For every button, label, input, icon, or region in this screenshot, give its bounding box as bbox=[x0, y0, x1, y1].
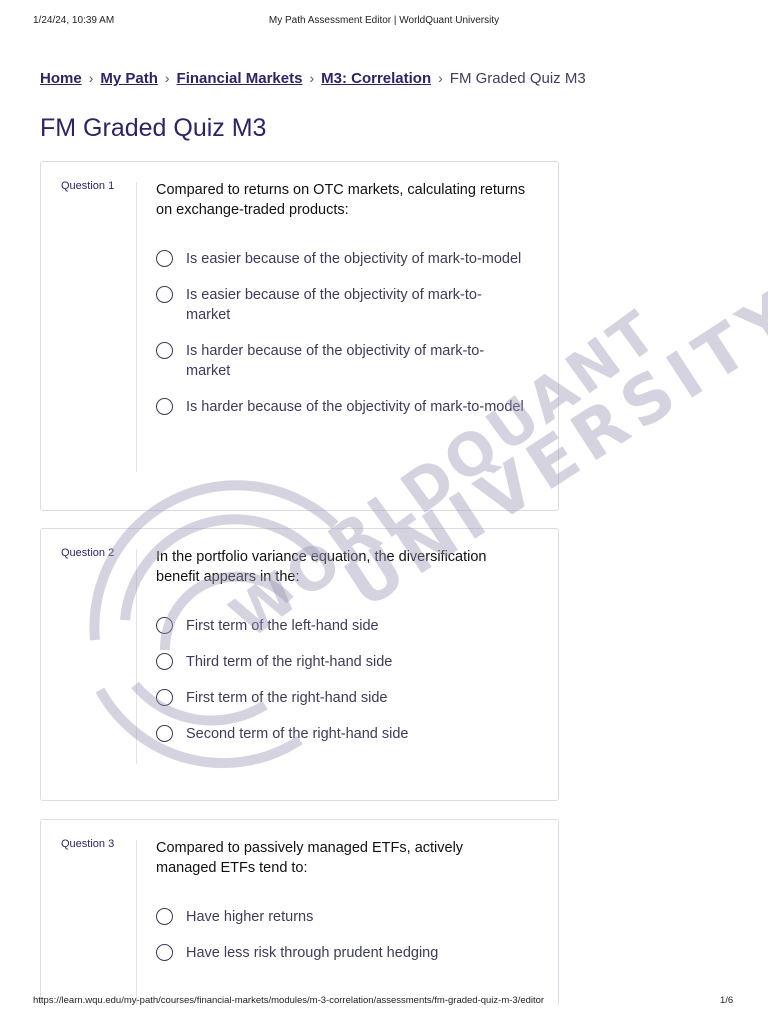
answer-option[interactable]: Is harder because of the objectivity of … bbox=[156, 397, 526, 417]
question-body: In the portfolio variance equation, the … bbox=[156, 547, 526, 760]
radio-button[interactable] bbox=[156, 908, 173, 925]
answer-options: Is easier because of the objectivity of … bbox=[156, 249, 526, 417]
answer-option[interactable]: First term of the left-hand side bbox=[156, 616, 526, 636]
radio-button[interactable] bbox=[156, 653, 173, 670]
radio-button[interactable] bbox=[156, 944, 173, 961]
radio-button[interactable] bbox=[156, 286, 173, 303]
question-divider bbox=[136, 182, 137, 472]
answer-option-label: Is easier because of the objectivity of … bbox=[186, 251, 522, 267]
question-label: Question 1 bbox=[61, 180, 115, 192]
chevron-right-icon: › bbox=[164, 70, 170, 86]
chevron-right-icon: › bbox=[88, 70, 94, 86]
question-body: Compared to returns on OTC markets, calc… bbox=[156, 180, 526, 433]
answer-option-label: Third term of the right-hand side bbox=[186, 654, 393, 670]
breadcrumb-current: FM Graded Quiz M3 bbox=[449, 70, 586, 87]
question-card-3: Question 3 Compared to passively managed… bbox=[40, 819, 559, 1005]
radio-button[interactable] bbox=[156, 342, 173, 359]
print-title: My Path Assessment Editor | WorldQuant U… bbox=[268, 15, 500, 26]
answer-option-label: Is harder because of the objectivity of … bbox=[186, 343, 485, 379]
breadcrumb: Home › My Path › Financial Markets › M3: Corre… bbox=[40, 70, 586, 87]
breadcrumb-financial-markets-link[interactable]: Financial Markets bbox=[177, 70, 303, 87]
answer-option-label: Have less risk through prudent hedging bbox=[186, 945, 439, 961]
answer-option-label: Is harder because of the objectivity of … bbox=[186, 399, 524, 415]
answer-options: First term of the left-hand side Third t… bbox=[156, 616, 526, 744]
answer-option[interactable]: Is easier because of the objectivity of … bbox=[156, 285, 526, 325]
answer-option-label: First term of the left-hand side bbox=[186, 618, 379, 634]
breadcrumb-my-path-link[interactable]: My Path bbox=[100, 70, 158, 87]
print-page-number: 1/6 bbox=[720, 995, 734, 1006]
question-label: Question 3 bbox=[61, 838, 115, 850]
question-card-1: Question 1 Compared to returns on OTC ma… bbox=[40, 161, 559, 511]
answer-option[interactable]: First term of the right-hand side bbox=[156, 688, 526, 708]
question-divider bbox=[136, 840, 137, 1005]
answer-options: Have higher returns Have less risk throu… bbox=[156, 907, 526, 963]
answer-option[interactable]: Second term of the right-hand side bbox=[156, 724, 526, 744]
answer-option[interactable]: Have higher returns bbox=[156, 907, 526, 927]
print-url: https://learn.wqu.edu/my-path/courses/fi… bbox=[33, 995, 545, 1006]
answer-option-label: Second term of the right-hand side bbox=[186, 726, 409, 742]
radio-button[interactable] bbox=[156, 689, 173, 706]
answer-option-label: First term of the right-hand side bbox=[186, 690, 388, 706]
answer-option[interactable]: Is easier because of the objectivity of … bbox=[156, 249, 526, 269]
breadcrumb-home-link[interactable]: Home bbox=[40, 70, 82, 87]
answer-option-label: Have higher returns bbox=[186, 909, 314, 925]
page-title: FM Graded Quiz M3 bbox=[40, 114, 267, 142]
question-text: Compared to passively managed ETFs, acti… bbox=[156, 840, 464, 876]
radio-button[interactable] bbox=[156, 725, 173, 742]
answer-option[interactable]: Have less risk through prudent hedging bbox=[156, 943, 526, 963]
answer-option-label: Is easier because of the objectivity of … bbox=[186, 287, 482, 323]
chevron-right-icon: › bbox=[309, 70, 315, 86]
breadcrumb-module-link[interactable]: M3: Correlation bbox=[321, 70, 431, 87]
radio-button[interactable] bbox=[156, 398, 173, 415]
question-label: Question 2 bbox=[61, 547, 115, 559]
question-text: In the portfolio variance equation, the … bbox=[156, 549, 487, 585]
question-card-2: Question 2 In the portfolio variance equ… bbox=[40, 528, 559, 801]
radio-button[interactable] bbox=[156, 617, 173, 634]
question-text: Compared to returns on OTC markets, calc… bbox=[156, 182, 526, 218]
radio-button[interactable] bbox=[156, 250, 173, 267]
print-header: 1/24/24, 10:39 AM My Path Assessment Edi… bbox=[0, 15, 768, 29]
answer-option[interactable]: Is harder because of the objectivity of … bbox=[156, 341, 526, 381]
question-divider bbox=[136, 549, 137, 764]
chevron-right-icon: › bbox=[438, 70, 443, 86]
answer-option[interactable]: Third term of the right-hand side bbox=[156, 652, 526, 672]
question-body: Compared to passively managed ETFs, acti… bbox=[156, 838, 526, 979]
